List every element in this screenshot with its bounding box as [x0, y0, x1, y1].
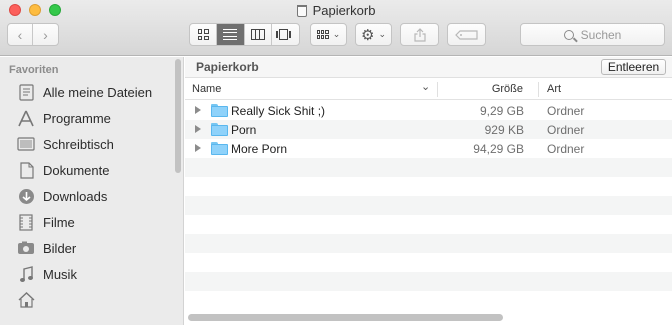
search-placeholder: Suchen — [580, 27, 622, 42]
file-name: Really Sick Shit ;) — [231, 104, 326, 118]
file-list: Really Sick Shit ;) 9,29 GB Ordner Porn … — [185, 101, 672, 310]
tag-icon — [454, 29, 478, 40]
action-button[interactable]: ⚙ ⌄ — [355, 23, 392, 46]
applications-icon — [17, 109, 35, 127]
empty-row — [185, 177, 672, 196]
list-view-icon — [223, 29, 238, 40]
empty-row — [185, 253, 672, 272]
empty-row — [185, 158, 672, 177]
sidebar-scrollbar[interactable] — [175, 59, 181, 173]
sidebar-item-home[interactable] — [0, 289, 176, 311]
navigation-buttons: ‹ › — [7, 23, 59, 46]
folder-icon — [211, 123, 228, 136]
trash-icon — [296, 5, 307, 17]
sidebar-item-desktop[interactable]: Schreibtisch — [0, 133, 176, 155]
empty-row — [185, 196, 672, 215]
trash-header-bar: Papierkorb Entleeren — [185, 57, 672, 78]
chevron-down-icon: ⌄ — [378, 29, 386, 39]
sidebar: Favoriten Alle meine Dateien Programme S… — [0, 57, 184, 325]
chevron-down-icon[interactable]: ⌄ — [421, 80, 430, 93]
file-kind: Ordner — [547, 104, 585, 118]
back-button[interactable]: ‹ — [8, 24, 34, 45]
column-kind[interactable]: Art — [547, 83, 561, 95]
window-toolbar: Papierkorb ‹ › ⌄ ⚙ ⌄ Suchen — [0, 0, 672, 56]
disclosure-triangle-icon[interactable] — [195, 125, 201, 133]
file-name: Porn — [231, 123, 257, 137]
table-row[interactable]: More Porn 94,29 GB Ordner — [185, 139, 672, 158]
column-view-button[interactable] — [245, 24, 272, 45]
column-name[interactable]: Name — [192, 83, 221, 95]
file-size: 9,29 GB — [479, 104, 524, 118]
music-icon — [17, 265, 35, 283]
chevron-down-icon: ⌄ — [332, 29, 341, 39]
share-icon — [413, 27, 426, 42]
sidebar-item-movies[interactable]: Filme — [0, 211, 176, 233]
table-row[interactable]: Porn 929 KB Ordner — [185, 120, 672, 139]
empty-row — [185, 215, 672, 234]
empty-row — [185, 234, 672, 253]
sidebar-item-applications[interactable]: Programme — [0, 107, 176, 129]
sidebar-item-all-files[interactable]: Alle meine Dateien — [0, 81, 176, 103]
column-divider[interactable] — [538, 82, 539, 97]
chevron-right-icon: › — [43, 26, 48, 43]
file-name: More Porn — [231, 142, 288, 156]
cover-flow-icon — [276, 29, 294, 40]
sidebar-item-music[interactable]: Musik — [0, 263, 176, 285]
icon-view-icon — [197, 29, 209, 40]
sidebar-item-downloads[interactable]: Downloads — [0, 185, 176, 207]
folder-icon — [211, 142, 228, 155]
view-mode-switcher — [189, 23, 300, 46]
column-divider[interactable] — [437, 82, 438, 97]
file-size: 929 KB — [484, 123, 524, 137]
cover-flow-view-button[interactable] — [272, 24, 299, 45]
all-files-icon — [17, 83, 35, 101]
disclosure-triangle-icon[interactable] — [195, 144, 201, 152]
sidebar-item-documents[interactable]: Dokumente — [0, 159, 176, 181]
window-title: Papierkorb — [0, 3, 672, 18]
list-view-button[interactable] — [217, 24, 245, 45]
arrange-grid-icon — [316, 30, 329, 39]
downloads-icon — [17, 187, 35, 205]
pictures-icon — [17, 239, 35, 257]
sidebar-heading: Favoriten — [9, 64, 59, 76]
column-view-icon — [250, 29, 265, 40]
disclosure-triangle-icon[interactable] — [195, 106, 201, 114]
empty-row — [185, 291, 672, 310]
tag-button[interactable] — [447, 23, 486, 46]
gear-icon: ⚙ — [361, 26, 375, 44]
empty-row — [185, 272, 672, 291]
folder-icon — [211, 104, 228, 117]
horizontal-scrollbar[interactable] — [188, 314, 503, 321]
column-header: Name ⌄ Größe Art — [185, 79, 672, 100]
desktop-icon — [17, 135, 35, 153]
file-kind: Ordner — [547, 123, 585, 137]
empty-trash-button[interactable]: Entleeren — [601, 59, 666, 75]
chevron-left-icon: ‹ — [17, 26, 23, 43]
search-icon — [563, 29, 574, 40]
documents-icon — [17, 161, 35, 179]
file-size: 94,29 GB — [473, 142, 524, 156]
file-browser: Papierkorb Entleeren Name ⌄ Größe Art Re… — [185, 57, 672, 325]
file-kind: Ordner — [547, 142, 585, 156]
arrange-button[interactable]: ⌄ — [310, 23, 347, 46]
share-button[interactable] — [400, 23, 439, 46]
search-field[interactable]: Suchen — [520, 23, 665, 46]
movies-icon — [17, 213, 35, 231]
column-size[interactable]: Größe — [490, 83, 523, 95]
forward-button[interactable]: › — [33, 24, 58, 45]
icon-view-button[interactable] — [190, 24, 218, 45]
sidebar-item-pictures[interactable]: Bilder — [0, 237, 176, 259]
table-row[interactable]: Really Sick Shit ;) 9,29 GB Ordner — [185, 101, 672, 120]
folder-title: Papierkorb — [196, 60, 259, 74]
home-icon — [17, 291, 35, 309]
